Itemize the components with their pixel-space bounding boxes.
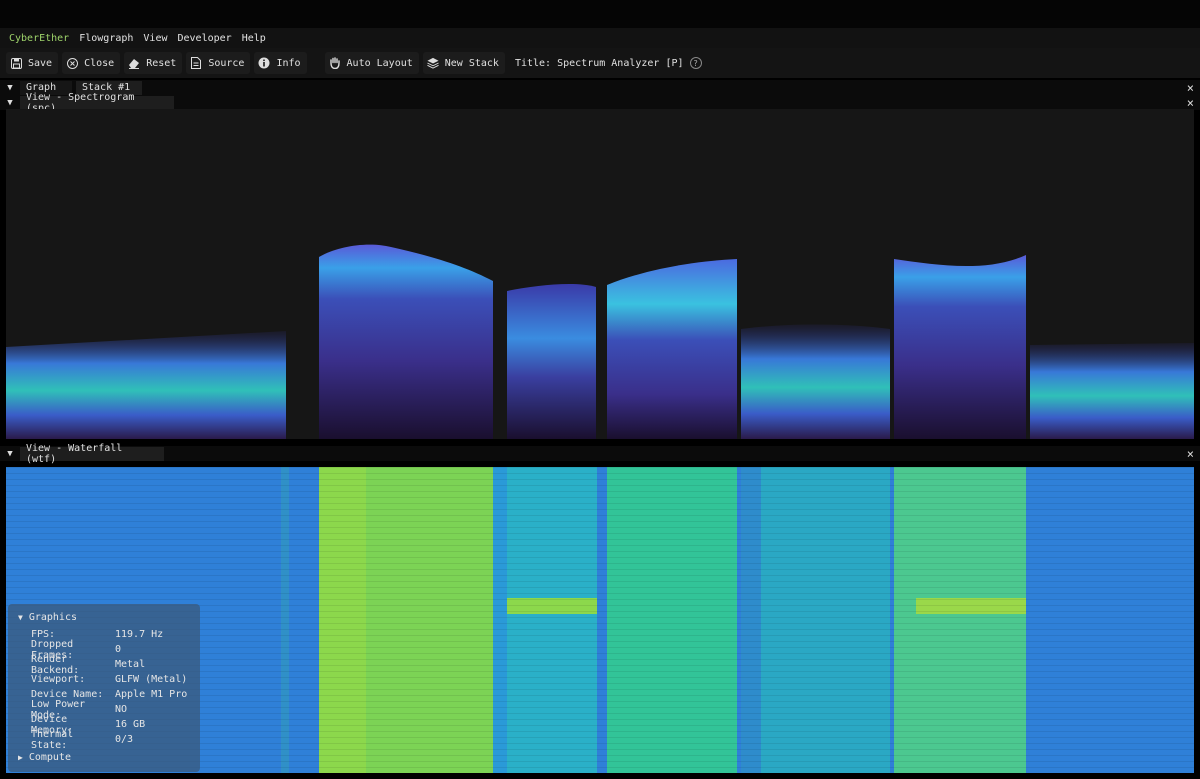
band-signal-c xyxy=(607,259,737,439)
stack-icon xyxy=(427,57,439,69)
save-button[interactable]: Save xyxy=(6,52,59,74)
spectrogram-tabbar: ▼ View - Spectrogram (spc) × xyxy=(0,92,1200,114)
eraser-icon xyxy=(128,57,140,69)
save-icon xyxy=(10,57,22,69)
stat-value: 16 GB xyxy=(115,719,146,730)
tab-waterfall[interactable]: View - Waterfall (wtf) xyxy=(20,443,164,465)
stat-key: Viewport: xyxy=(31,674,86,685)
stat-value: 0 xyxy=(115,644,122,655)
help-icon[interactable]: ? xyxy=(689,57,702,69)
auto-layout-label: Auto Layout xyxy=(346,57,413,69)
expanded-arrow-icon: ▼ xyxy=(18,612,23,622)
collapse-arrow-icon[interactable]: ▼ xyxy=(0,98,20,108)
spectrogram-view[interactable] xyxy=(6,109,1194,439)
collapse-arrow-icon[interactable]: ▼ xyxy=(0,449,20,459)
file-icon xyxy=(190,57,202,69)
info-button[interactable]: Info xyxy=(254,52,307,74)
collapsed-arrow-icon: ▶ xyxy=(18,752,23,762)
menu-view[interactable]: View xyxy=(143,33,167,44)
info-icon xyxy=(258,57,270,69)
flowgraph-title-text: Title: Spectrum Analyzer [P] xyxy=(514,57,684,69)
stat-value: Metal xyxy=(115,659,146,670)
stat-value: 119.7 Hz xyxy=(115,629,164,640)
menu-bar: CyberEther Flowgraph View Developer Help xyxy=(0,28,1200,48)
auto-layout-button[interactable]: Auto Layout xyxy=(324,52,419,74)
save-label: Save xyxy=(28,57,53,69)
menu-help[interactable]: Help xyxy=(242,33,266,44)
compute-header-label: Compute xyxy=(28,751,71,763)
graphics-section-header[interactable]: ▼ Graphics xyxy=(18,610,190,624)
compute-section-header[interactable]: ▶ Compute xyxy=(18,750,190,764)
stack-tabbar: ▼ Graph Stack #1 × xyxy=(0,80,1200,95)
stat-row: Viewport: GLFW (Metal) xyxy=(18,672,190,687)
tab-spectrogram[interactable]: View - Spectrogram (spc) xyxy=(20,92,174,114)
close-icon[interactable]: × xyxy=(1187,80,1194,95)
window-titlebar xyxy=(0,0,1200,28)
menu-cyberether[interactable]: CyberEther xyxy=(9,33,69,44)
band-right xyxy=(1030,343,1194,439)
collapse-arrow-icon[interactable]: ▼ xyxy=(0,83,20,93)
menu-developer[interactable]: Developer xyxy=(178,33,232,44)
stat-key: Thermal State: xyxy=(31,728,74,751)
info-label: Info xyxy=(276,57,301,69)
stat-row: Render Backend: Metal xyxy=(18,654,190,676)
stat-key: Render Backend: xyxy=(31,653,80,676)
band-left xyxy=(6,331,286,439)
new-stack-label: New Stack xyxy=(444,57,499,69)
band-signal-b xyxy=(507,284,596,439)
stat-value: NO xyxy=(115,704,128,715)
band-signal-d xyxy=(741,324,890,439)
graphics-header-label: Graphics xyxy=(28,611,77,623)
close-label: Close xyxy=(84,57,115,69)
source-button[interactable]: Source xyxy=(186,52,251,74)
waterfall-tabbar: ▼ View - Waterfall (wtf) × xyxy=(0,443,1200,465)
band-signal-a xyxy=(319,244,493,439)
band-signal-e xyxy=(894,255,1026,439)
menu-flowgraph[interactable]: Flowgraph xyxy=(79,33,133,44)
stat-value: GLFW (Metal) xyxy=(115,674,188,685)
reset-button[interactable]: Reset xyxy=(124,52,183,74)
stat-value: 0/3 xyxy=(115,734,134,745)
close-icon[interactable]: × xyxy=(1187,95,1194,110)
spectrogram-plot xyxy=(6,244,1194,439)
flowgraph-title: Title: Spectrum Analyzer [P] ? xyxy=(515,57,702,69)
source-label: Source xyxy=(208,57,245,69)
reset-label: Reset xyxy=(146,57,177,69)
toolbar: Save Close Reset Source Info Auto Layout… xyxy=(0,48,1200,78)
close-circle-icon xyxy=(66,57,78,69)
hand-icon xyxy=(329,57,341,69)
stat-row: Thermal State: 0/3 xyxy=(18,729,190,751)
stat-value: Apple M1 Pro xyxy=(115,689,188,700)
close-icon[interactable]: × xyxy=(1187,446,1194,461)
stats-panel: ▼ Graphics FPS: 119.7 Hz Dropped Frames: 0… xyxy=(8,604,200,772)
close-button[interactable]: Close xyxy=(62,52,121,74)
new-stack-button[interactable]: New Stack xyxy=(422,52,505,74)
